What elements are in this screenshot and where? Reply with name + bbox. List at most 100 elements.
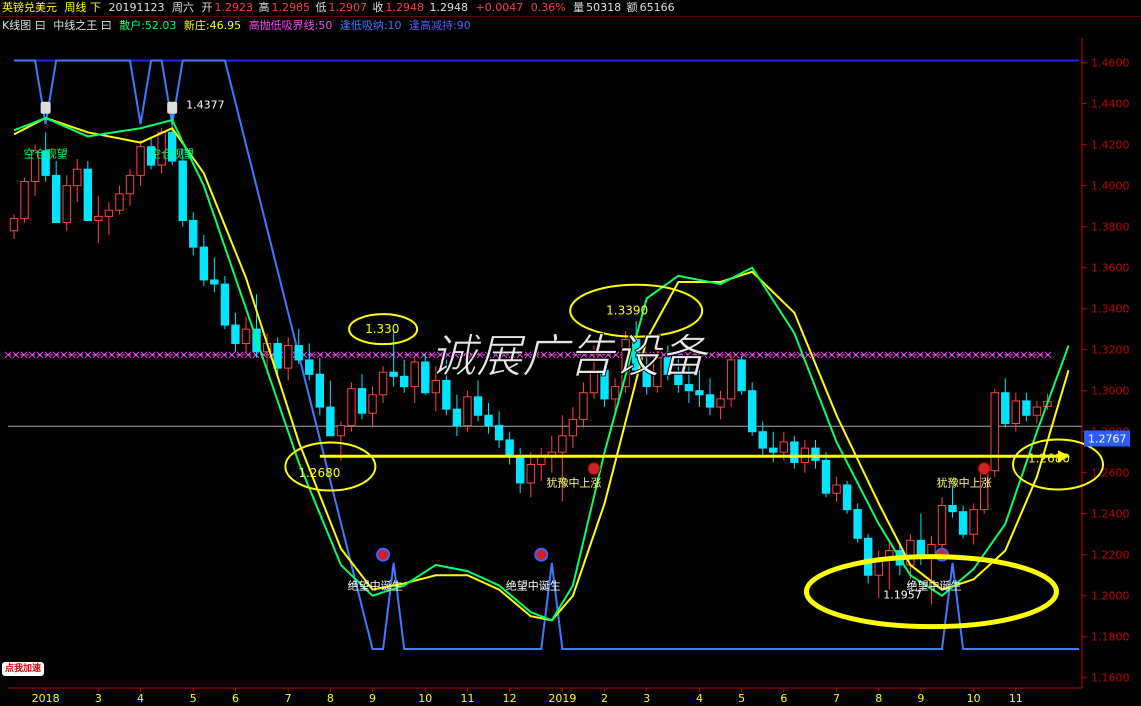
candle <box>421 361 430 394</box>
boundary-mark <box>396 351 404 359</box>
boundary-mark <box>372 351 380 359</box>
boundary-mark <box>900 351 908 359</box>
boundary-mark <box>732 351 740 359</box>
y-tick-label: 1.4400 <box>1091 98 1130 111</box>
x-tick-label: 10 <box>418 692 432 705</box>
current-price-tag: 1.2767 <box>1088 432 1127 445</box>
x-tick-label: 7 <box>285 692 292 705</box>
x-tick-label: 5 <box>738 692 745 705</box>
x-tick-label: 2019 <box>548 692 576 705</box>
candle <box>484 414 493 427</box>
signal-label: 犹豫中上涨 <box>937 477 992 490</box>
candle <box>125 174 135 195</box>
boundary-mark <box>108 351 116 359</box>
candle <box>62 185 71 224</box>
top-marker-label: 空仓观望 <box>24 147 68 161</box>
candle <box>9 217 19 232</box>
candle <box>558 435 567 453</box>
candle <box>241 328 251 345</box>
y-tick-label: 1.3600 <box>1091 262 1130 275</box>
boundary-mark <box>852 351 860 359</box>
candle <box>969 509 978 535</box>
x-tick-label: 3 <box>95 692 102 705</box>
candle <box>273 343 282 369</box>
signal-label: 犹豫中上涨 <box>547 477 602 490</box>
x-tick-label: 9 <box>917 692 924 705</box>
candle <box>821 459 831 494</box>
candlestick-chart[interactable]: 1.4600 1.4400 1.4200 1.4000 1.3800 1.3600 1.34… <box>0 0 1141 706</box>
candle <box>463 396 472 427</box>
candle <box>94 215 103 221</box>
candle <box>811 447 820 461</box>
candle <box>526 463 535 484</box>
boundary-mark <box>1020 351 1028 359</box>
signal-dot <box>587 462 601 476</box>
candle <box>790 441 799 463</box>
boundary-mark <box>180 351 188 359</box>
speedup-badge[interactable]: 点我加速 <box>2 662 44 676</box>
boundary-mark <box>996 351 1004 359</box>
candle <box>20 181 29 219</box>
candle <box>357 388 367 414</box>
boundary-mark <box>60 351 68 359</box>
candle <box>937 505 947 545</box>
x-tick-label: 4 <box>137 692 144 705</box>
boundary-mark <box>780 351 788 359</box>
x-tick-label: 11 <box>460 692 474 705</box>
candle <box>1032 406 1042 416</box>
candle <box>758 431 767 449</box>
candle <box>136 146 145 176</box>
candle <box>231 324 240 345</box>
candle <box>779 441 789 453</box>
candle <box>579 392 588 420</box>
top-marker <box>167 101 178 114</box>
candle <box>378 371 388 396</box>
signal-label: 绝望中诞生 <box>348 579 403 593</box>
x-tick-label: 3 <box>643 692 650 705</box>
candle <box>832 484 841 494</box>
candle <box>115 193 124 211</box>
candle <box>399 375 409 388</box>
candle <box>199 246 209 281</box>
y-tick-label: 1.2000 <box>1091 590 1130 603</box>
candle <box>410 361 419 388</box>
candle <box>389 371 398 377</box>
x-tick-label: 6 <box>232 692 239 705</box>
x-tick-label: 9 <box>369 692 376 705</box>
top-marker <box>40 101 51 114</box>
circled-value-1: 1.330 <box>365 322 399 336</box>
boundary-mark <box>324 351 332 359</box>
boundary-mark <box>36 351 44 359</box>
candle <box>305 359 314 375</box>
signal-label: 绝望中诞生 <box>506 579 561 593</box>
candle <box>347 388 356 427</box>
x-tick-label: 12 <box>503 692 517 705</box>
candle <box>210 279 219 285</box>
boundary-mark <box>204 351 212 359</box>
candle <box>104 209 114 217</box>
boundary-mark <box>12 351 20 359</box>
low-annotation: 1.1957 <box>883 589 922 602</box>
candle <box>990 392 999 472</box>
candle <box>326 406 335 437</box>
boundary-mark <box>948 351 956 359</box>
candle <box>442 379 451 410</box>
x-tick-label: 10 <box>967 692 981 705</box>
x-tick-label: 8 <box>875 692 882 705</box>
candle <box>283 345 293 369</box>
signal-dot <box>534 547 549 562</box>
candle <box>515 455 525 484</box>
candle <box>863 537 873 576</box>
y-tick-label: 1.2200 <box>1091 549 1130 562</box>
boundary-mark <box>708 351 716 359</box>
candle <box>705 394 715 408</box>
candle <box>737 359 746 392</box>
y-tick-label: 1.3200 <box>1091 344 1130 357</box>
candle <box>336 425 346 437</box>
candle <box>494 425 504 441</box>
y-tick-label: 1.4000 <box>1091 180 1130 193</box>
candle <box>83 168 93 221</box>
candle <box>747 390 757 433</box>
candle <box>1001 392 1010 424</box>
candle <box>189 219 198 248</box>
